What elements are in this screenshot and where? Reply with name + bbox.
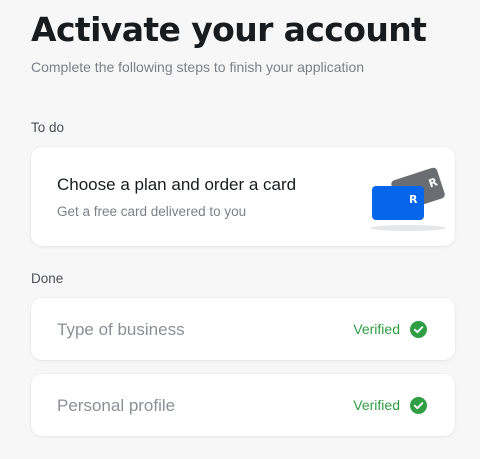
done-item-title: Personal profile: [57, 396, 176, 415]
section-label-todo: To do: [31, 120, 65, 135]
verified-status: Verified: [353, 396, 427, 414]
status-text: Verified: [353, 321, 400, 337]
page-title: Activate your account: [31, 10, 427, 49]
front-card-logo: R: [409, 193, 418, 206]
page-subtitle: Complete the following steps to finish y…: [31, 59, 365, 75]
done-item-title: Type of business: [57, 320, 185, 339]
check-circle-icon: [410, 396, 427, 414]
payment-cards-icon: R R: [370, 167, 446, 231]
task-subtitle: Get a free card delivered to you: [57, 204, 247, 219]
section-label-done: Done: [31, 271, 64, 286]
status-text: Verified: [353, 397, 400, 413]
task-title: Choose a plan and order a card: [57, 175, 297, 194]
verified-status: Verified: [353, 320, 427, 338]
personal-profile-card[interactable]: Personal profile Verified: [31, 374, 455, 436]
choose-plan-card[interactable]: Choose a plan and order a card Get a fre…: [31, 147, 455, 246]
type-of-business-card[interactable]: Type of business Verified: [31, 298, 455, 360]
check-circle-icon: [410, 320, 427, 338]
